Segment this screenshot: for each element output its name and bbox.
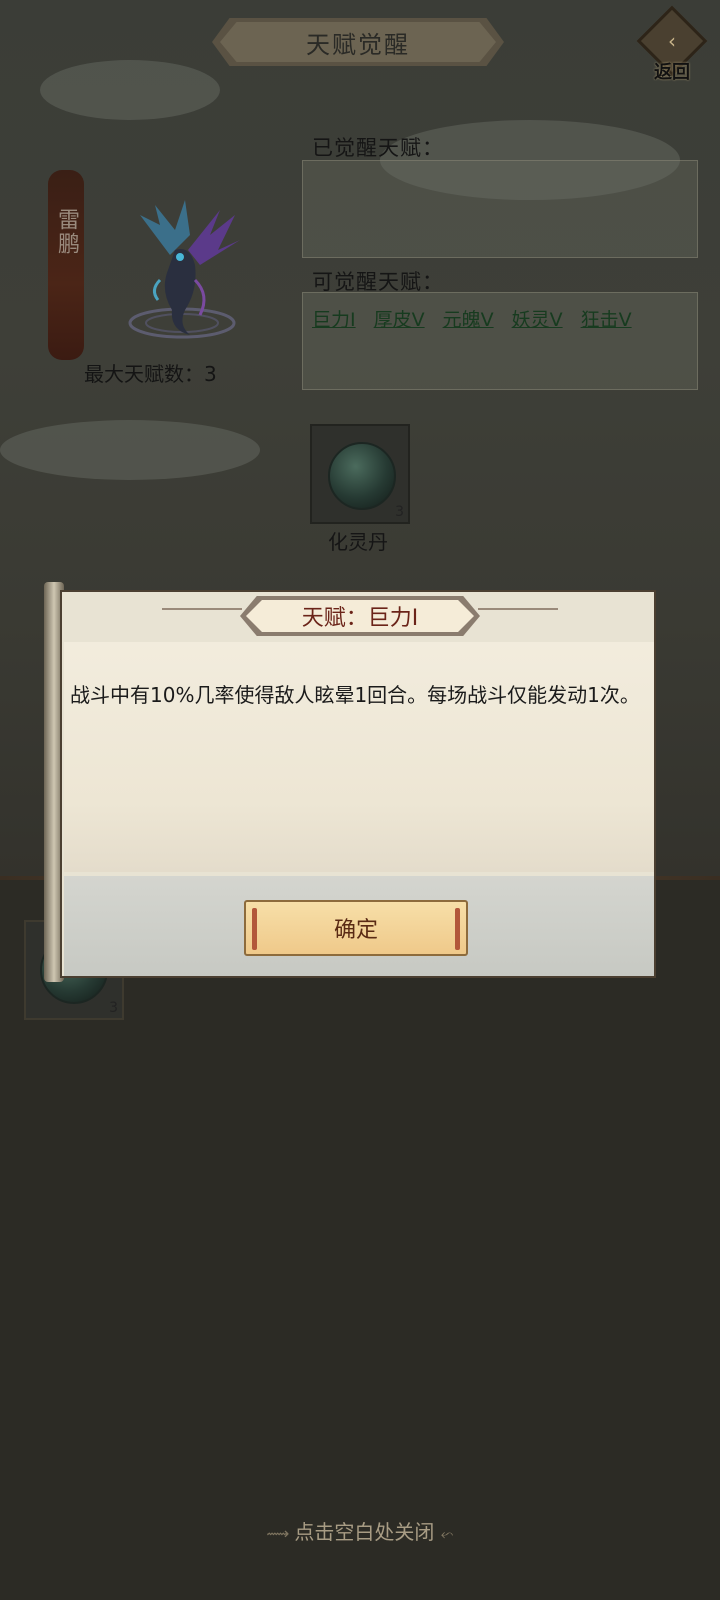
back-button[interactable]: ‹ 返回: [636, 5, 708, 83]
creature-name: 雷鹏: [54, 208, 79, 256]
page-title: 天赋觉醒: [220, 22, 496, 62]
back-label: 返回: [654, 62, 690, 83]
confirm-button[interactable]: 确定: [244, 900, 468, 956]
awakened-talents-label: 已觉醒天赋：: [312, 136, 444, 160]
awakened-talents-panel: [302, 160, 698, 258]
talent-link[interactable]: 妖灵Ⅴ: [512, 305, 563, 332]
creature-name-scroll: 雷鹏: [48, 170, 84, 360]
creature-image: [128, 200, 240, 339]
title-ornament-left: [162, 608, 242, 610]
item-count: 3: [109, 1000, 118, 1016]
dialog-body: [64, 642, 654, 872]
close-hint[interactable]: ⟿ 点击空白处关闭 ⬿: [0, 1516, 720, 1545]
talent-link[interactable]: 巨力Ⅰ: [312, 305, 356, 332]
item-count: 3: [395, 504, 404, 520]
talent-dialog: 天赋：巨力Ⅰ 战斗中有10%几率使得敌人眩晕1回合。每场战斗仅能发动1次。 确定: [60, 590, 656, 978]
close-hint-text: 点击空白处关闭: [294, 1520, 435, 1544]
hint-ornament-right: ⬿: [440, 1524, 454, 1543]
item-name: 化灵丹: [328, 530, 388, 554]
item-slot[interactable]: 3: [310, 424, 410, 524]
spirit-pill-icon: [328, 442, 396, 510]
cloud-decoration: [0, 420, 260, 480]
cloud-decoration: [40, 60, 220, 120]
max-talent-count: 最大天赋数：3: [84, 362, 217, 386]
dialog-title: 天赋：巨力Ⅰ: [246, 600, 474, 632]
title-ornament-right: [478, 608, 558, 610]
talent-description: 战斗中有10%几率使得敌人眩晕1回合。每场战斗仅能发动1次。: [70, 683, 640, 707]
talent-link[interactable]: 狂击Ⅴ: [581, 305, 632, 332]
available-talents-list: 巨力Ⅰ 厚皮Ⅴ 元魄Ⅴ 妖灵Ⅴ 狂击Ⅴ: [312, 305, 632, 332]
hint-ornament-left: ⟿: [266, 1524, 295, 1543]
talent-link[interactable]: 厚皮Ⅴ: [374, 305, 425, 332]
talent-link[interactable]: 元魄Ⅴ: [443, 305, 494, 332]
